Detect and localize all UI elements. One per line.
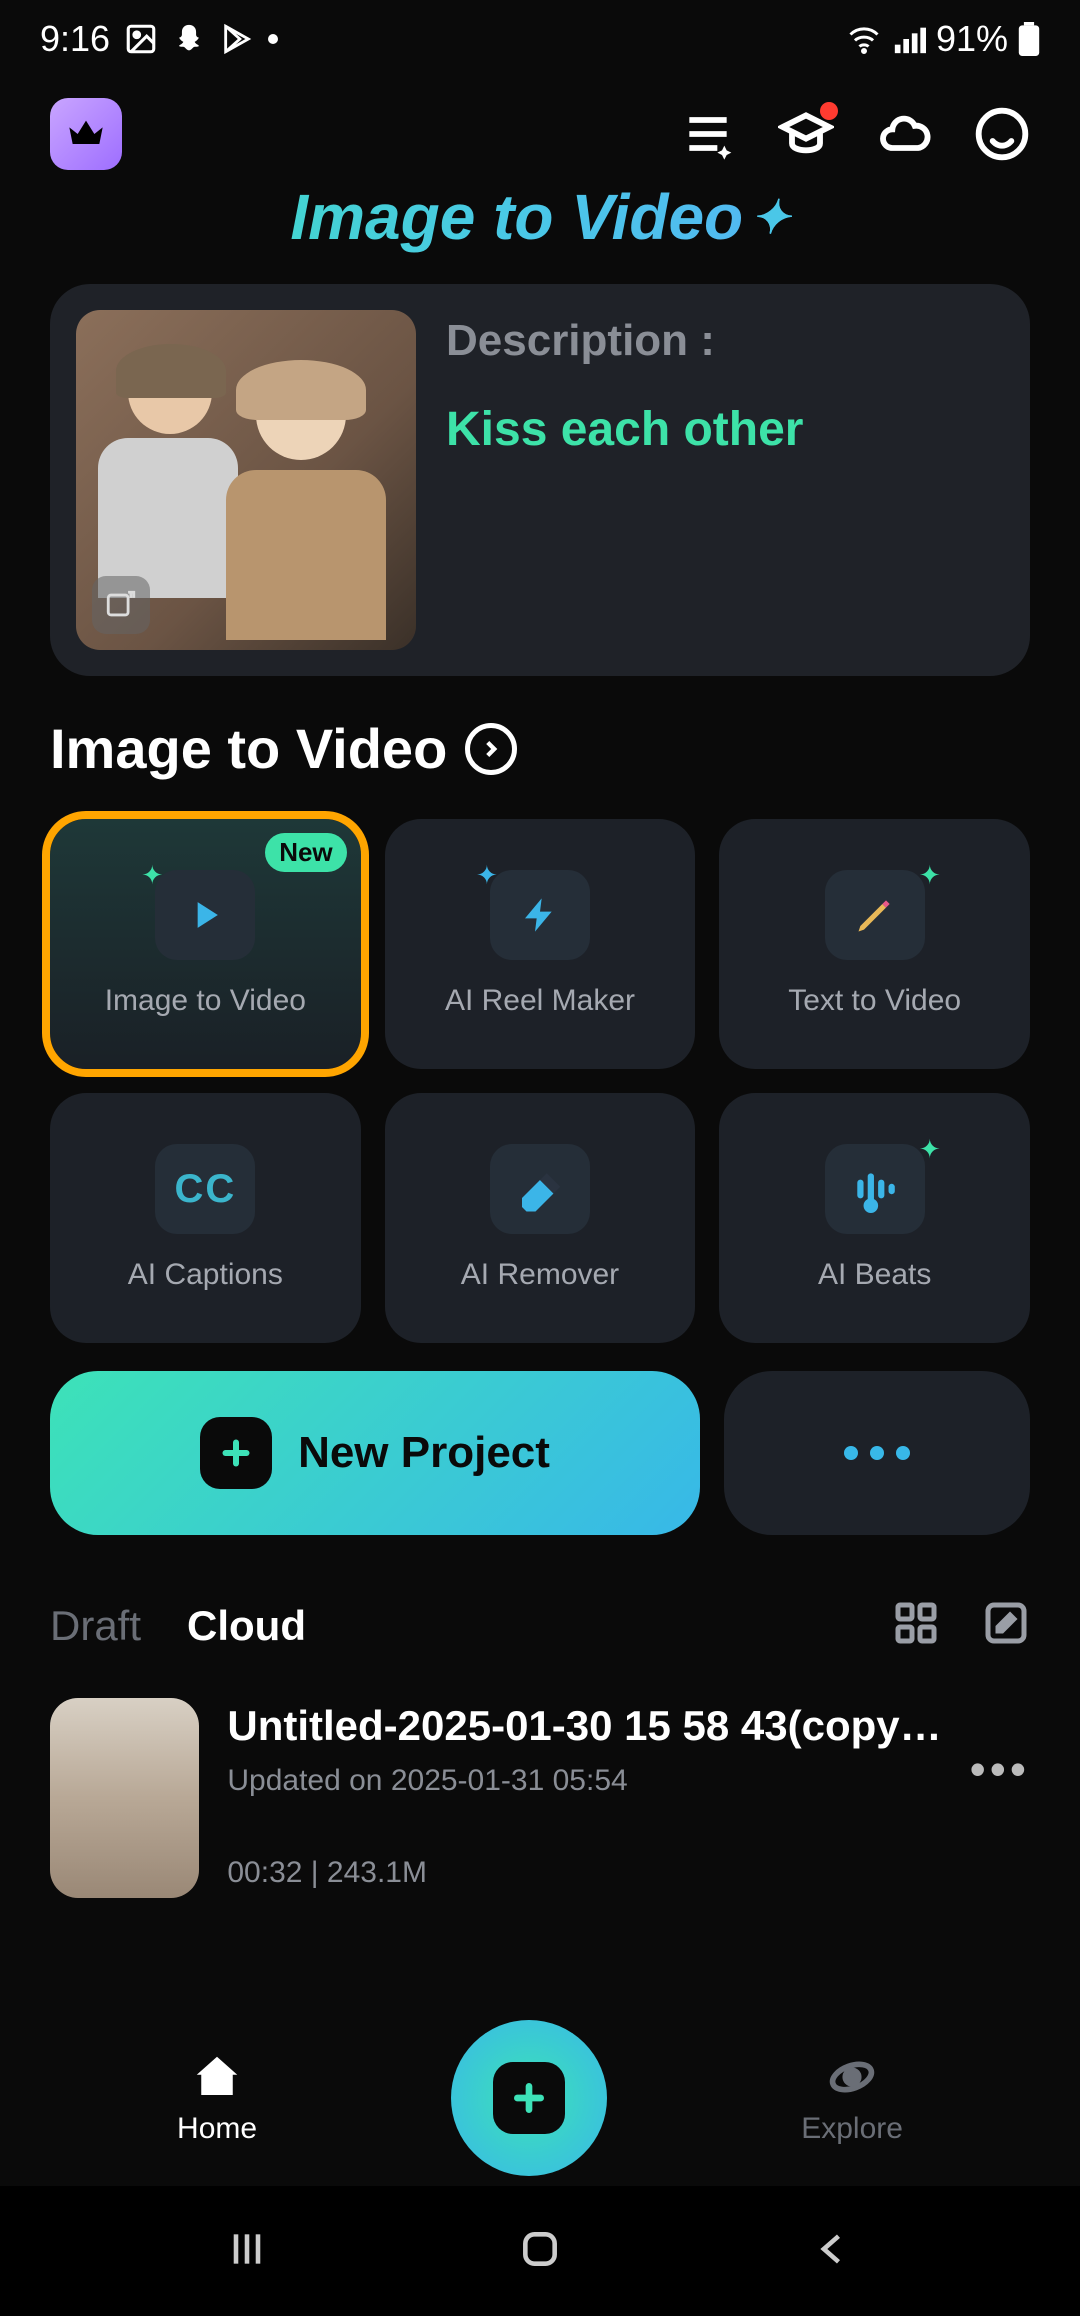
section-title-row[interactable]: Image to Video [50,716,1080,781]
promo-thumbnail [76,310,416,650]
tab-cloud[interactable]: Cloud [187,1602,306,1650]
edit-icon[interactable] [982,1599,1030,1652]
more-options-button[interactable] [724,1371,1030,1535]
battery-text: 91% [936,18,1008,60]
smiley-icon[interactable] [974,106,1030,162]
promo-label: Description : [446,316,803,366]
tool-ai-beats[interactable]: ✦ AI Beats [719,1093,1030,1343]
project-item[interactable]: Untitled-2025-01-30 15 58 43(copy… Updat… [0,1652,1080,1898]
wifi-icon [846,21,882,57]
audio-beats-icon: ✦ [825,1144,925,1234]
sparkle-icon: ✦ [919,860,941,891]
tool-grid: New ✦ Image to Video ✦ AI Reel Maker ✦ T… [0,781,1080,1343]
battery-icon [1018,22,1040,56]
cloud-icon[interactable] [876,106,932,162]
graduation-icon[interactable] [778,106,834,162]
promo-card[interactable]: Description : Kiss each other [50,284,1030,676]
notification-dot-icon [268,34,278,44]
tabs-row: Draft Cloud [0,1535,1080,1652]
project-row: New Project [0,1343,1080,1535]
system-nav [0,2186,1080,2316]
project-stats: 00:32 | 243.1M [227,1856,941,1890]
lightning-icon: ✦ [490,870,590,960]
cc-icon: CC [155,1144,255,1234]
tool-text-to-video[interactable]: ✦ Text to Video [719,819,1030,1069]
central-add-button[interactable] [451,2020,607,2176]
plus-icon [493,2062,565,2134]
new-badge: New [265,833,346,872]
plus-icon [200,1417,272,1489]
sparkle-icon: ✦ [751,190,790,244]
pencil-icon: ✦ [825,870,925,960]
top-toolbar [0,72,1080,180]
hero-title: Image to Video ✦ [0,180,1080,254]
tool-label: AI Remover [461,1258,619,1292]
home-button[interactable] [518,2227,562,2276]
recents-button[interactable] [225,2227,269,2276]
tool-label: Text to Video [788,984,961,1018]
status-bar: 9:16 91% [0,0,1080,72]
gallery-add-icon [92,576,150,634]
notification-badge-icon [820,102,838,120]
section-title: Image to Video [50,716,447,781]
chevron-right-circle-icon [465,723,517,775]
premium-crown-button[interactable] [50,98,122,170]
promo-description: Kiss each other [446,402,803,457]
nav-home[interactable]: Home [177,2050,257,2146]
project-menu-icon[interactable]: ••• [970,1698,1030,1898]
grid-view-icon[interactable] [892,1599,940,1652]
tool-label: AI Reel Maker [445,984,635,1018]
tool-label: AI Captions [128,1258,283,1292]
new-project-button[interactable]: New Project [50,1371,700,1535]
list-sparkle-icon[interactable] [680,106,736,162]
project-thumbnail [50,1698,199,1898]
tool-ai-captions[interactable]: CC AI Captions [50,1093,361,1343]
status-time: 9:16 [40,18,110,60]
sparkle-icon: ✦ [476,860,498,891]
tab-draft[interactable]: Draft [50,1602,141,1650]
tool-ai-remover[interactable]: AI Remover [385,1093,696,1343]
play-video-icon: ✦ [155,870,255,960]
tool-image-to-video[interactable]: New ✦ Image to Video [50,819,361,1069]
snapchat-icon [172,22,206,56]
tool-label: Image to Video [105,984,306,1018]
nav-explore[interactable]: Explore [801,2050,903,2146]
image-icon [124,22,158,56]
project-title: Untitled-2025-01-30 15 58 43(copy… [227,1702,941,1750]
back-button[interactable] [811,2227,855,2276]
eraser-icon [490,1144,590,1234]
tool-label: AI Beats [818,1258,931,1292]
play-store-icon [220,22,254,56]
tool-ai-reel-maker[interactable]: ✦ AI Reel Maker [385,819,696,1069]
bottom-nav: Home Explore [0,2020,1080,2176]
project-updated: Updated on 2025-01-31 05:54 [227,1764,941,1798]
signal-icon [892,22,926,56]
sparkle-icon: ✦ [141,860,163,891]
sparkle-icon: ✦ [919,1134,941,1165]
